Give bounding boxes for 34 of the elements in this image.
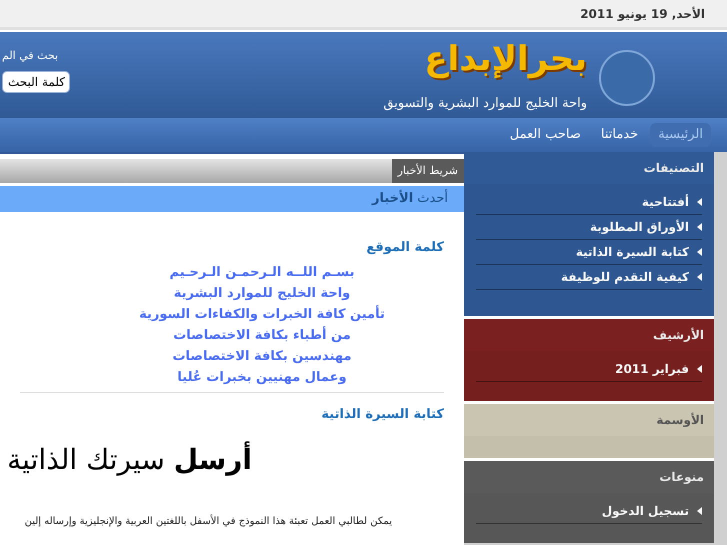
section-title: الأرشيف	[653, 326, 704, 344]
sidebar-link[interactable]: كتابة السيرة الذاتية	[476, 240, 702, 265]
caret-icon	[697, 365, 702, 373]
welcome-line: من أطباء بكافة الاختصاصات	[173, 325, 351, 344]
section-title: الأوسمة	[656, 412, 704, 429]
welcome-line: وعمال مهنيين بخبرات عُليا	[177, 368, 347, 386]
latest-news-title: أحدث الأخبار	[372, 189, 448, 208]
caret-icon	[697, 507, 702, 515]
site-tagline: واحة الخليج للموارد البشرية والتسويق	[382, 96, 587, 112]
cv-headline: أرسل سيرتك الذاتية	[6, 440, 253, 478]
date-text: الأحد, 19 يونيو 2011	[580, 6, 705, 22]
welcome-line: تأمين كافة الخبرات والكفاءات السورية	[139, 304, 385, 324]
section-title: التصنيفات	[644, 160, 704, 177]
nav-tab[interactable]: صاحب العمل	[502, 123, 589, 147]
caret-icon	[697, 273, 702, 281]
sidebar-link[interactable]: الأوراق المطلوبة	[476, 215, 702, 240]
ticker-label: شريط الأخبار	[392, 159, 464, 183]
caret-icon	[697, 223, 702, 231]
section-title: منوعات	[659, 469, 704, 486]
welcome-line: بسـم اللــه الـرحمـن الـرحـيم	[170, 264, 355, 282]
sidebar-link[interactable]: كيفية التقدم للوظيفة	[476, 265, 702, 290]
caret-icon	[697, 198, 702, 206]
section-heading: كلمة الموقع	[365, 239, 444, 257]
search-label: بحث في الم	[2, 48, 58, 64]
cv-instructions: يمكن لطالبي العمل تعبئة هذا النموذج في الأسفل باللغتين العربية والإنجليزية وإرساله إلين	[24, 514, 392, 529]
search-field[interactable]: كلمة البحث.	[2, 70, 70, 92]
sidebar-link[interactable]: أفتتاحية	[476, 190, 702, 215]
section-heading: كتابة السيرة الذاتية	[320, 406, 444, 424]
sidebar-link[interactable]: فبراير 2011	[476, 357, 702, 382]
welcome-line: واحة الخليج للموارد البشرية	[174, 284, 350, 302]
caret-icon	[697, 248, 702, 256]
sidebar-link[interactable]: تسجيل الدخول	[476, 499, 702, 524]
welcome-line: مهندسين بكافة الاختصاصات	[172, 348, 352, 366]
nav-tab[interactable]: خدماتنا	[592, 123, 646, 147]
